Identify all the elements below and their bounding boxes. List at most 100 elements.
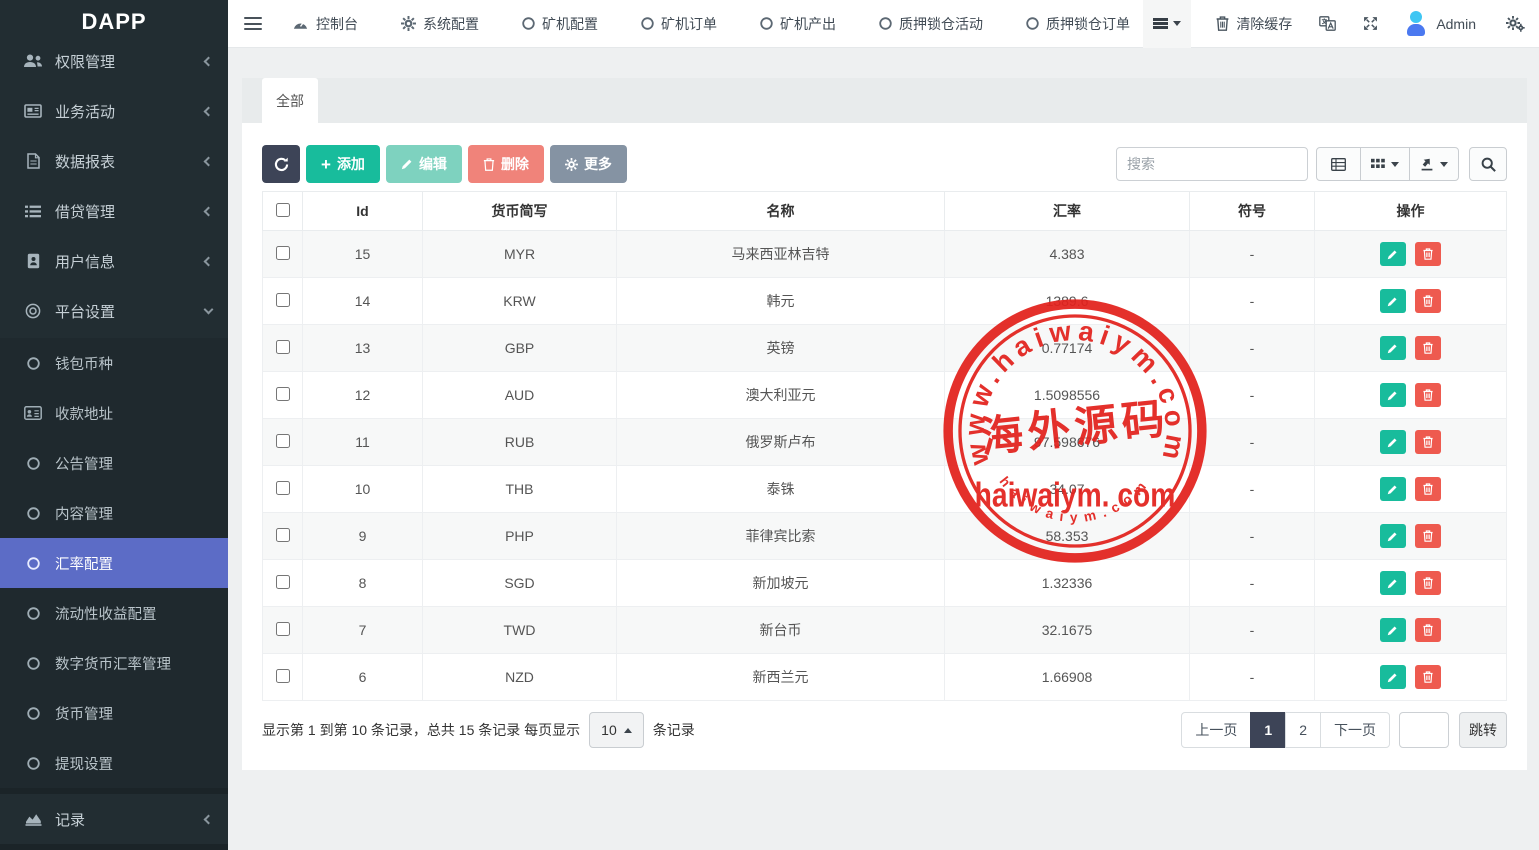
sidebar-item-content-mgmt[interactable]: 内容管理 [0,488,228,538]
sidebar-item-announcements[interactable]: 公告管理 [0,438,228,488]
sidebar-item-records[interactable]: 记录 [0,794,228,844]
sidebar-item-currency-mgmt[interactable]: 货币管理 [0,688,228,738]
sidebar-item-wallet-coins[interactable]: 钱包币种 [0,338,228,388]
row-checkbox[interactable] [276,293,290,307]
sidebar-submenu: 钱包币种 收款地址 公告管理 内容管理 汇率配置 流动性收益配置 数字货币汇率管… [0,338,228,788]
nav-item-miner-orders[interactable]: 矿机订单 [641,14,717,34]
page-button-1[interactable]: 1 [1250,712,1286,748]
row-checkbox[interactable] [276,669,290,683]
sidebar-item-liquidity-config[interactable]: 流动性收益配置 [0,588,228,638]
user-menu[interactable]: Admin [1405,11,1476,36]
chevron-left-icon [204,56,214,66]
row-checkbox[interactable] [276,481,290,495]
row-edit-button[interactable] [1380,665,1406,689]
row-actions-cell [1315,607,1507,654]
refresh-button[interactable] [262,145,300,183]
gear-icon [401,16,416,31]
row-edit-button[interactable] [1380,618,1406,642]
nav-item-staking-orders[interactable]: 质押锁仓订单 [1026,14,1130,34]
sidebar-item-withdrawal-settings[interactable]: 提现设置 [0,738,228,788]
sidebar-toggle-button[interactable] [244,17,262,31]
nav-item-dashboard[interactable]: 控制台 [292,14,358,34]
select-all-checkbox[interactable] [276,203,290,217]
nav-item-miner-output[interactable]: 矿机产出 [760,14,836,34]
row-id-cell: 14 [303,278,423,325]
row-checkbox[interactable] [276,387,290,401]
row-edit-button[interactable] [1380,430,1406,454]
row-checkbox[interactable] [276,528,290,542]
row-delete-button[interactable] [1415,665,1441,689]
jump-page-input[interactable] [1399,712,1449,748]
sidebar-item-reports[interactable]: 数据报表 [0,136,228,186]
export-button[interactable] [1409,147,1459,181]
row-actions-cell [1315,560,1507,607]
sidebar-main-menu: DAPP 权限管理 业务活动 数据报表 借贷管理 [0,0,228,338]
clear-cache-button[interactable]: 清除缓存 [1216,14,1292,34]
row-delete-button[interactable] [1415,242,1441,266]
row-checkbox[interactable] [276,340,290,354]
edit-button[interactable]: 编辑 [386,145,462,183]
row-symbol-cell: - [1190,419,1315,466]
row-delete-button[interactable] [1415,383,1441,407]
list-dropdown-button[interactable] [1143,0,1191,48]
row-edit-button[interactable] [1380,383,1406,407]
sidebar-item-platform-settings[interactable]: 平台设置 [0,286,228,336]
sidebar-item-business[interactable]: 业务活动 [0,86,228,136]
pagination-summary-suffix: 条记录 [653,720,695,740]
row-delete-button[interactable] [1415,618,1441,642]
row-edit-button[interactable] [1380,289,1406,313]
row-select-cell [263,513,303,560]
row-checkbox[interactable] [276,246,290,260]
row-edit-button[interactable] [1380,336,1406,360]
more-button[interactable]: 更多 [550,145,627,183]
row-delete-button[interactable] [1415,477,1441,501]
row-checkbox[interactable] [276,575,290,589]
sidebar-item-label: 公告管理 [55,453,113,474]
next-page-button[interactable]: 下一页 [1320,712,1390,748]
add-button[interactable]: + 添加 [306,145,380,183]
search-button[interactable] [1469,147,1507,181]
row-edit-button[interactable] [1380,477,1406,501]
translate-icon[interactable] [1319,16,1336,31]
sidebar-item-payment-address[interactable]: 收款地址 [0,388,228,438]
row-symbol-cell: - [1190,325,1315,372]
row-delete-button[interactable] [1415,336,1441,360]
row-delete-button[interactable] [1415,524,1441,548]
row-delete-button[interactable] [1415,289,1441,313]
sidebar-item-lending[interactable]: 借贷管理 [0,186,228,236]
row-edit-button[interactable] [1380,571,1406,595]
sidebar-item-users-info[interactable]: 用户信息 [0,236,228,286]
area-chart-icon [22,812,44,826]
fullscreen-icon[interactable] [1363,16,1378,31]
row-delete-button[interactable] [1415,571,1441,595]
page-size-select[interactable]: 10 [589,712,644,748]
prev-page-button[interactable]: 上一页 [1181,712,1251,748]
row-code-cell: GBP [423,325,617,372]
row-edit-button[interactable] [1380,242,1406,266]
row-code-cell: THB [423,466,617,513]
cogs-icon[interactable] [1506,16,1525,32]
row-checkbox[interactable] [276,434,290,448]
jump-button[interactable]: 跳转 [1459,712,1507,748]
nav-item-staking-activity[interactable]: 质押锁仓活动 [879,14,983,34]
sidebar-item-crypto-rate-mgmt[interactable]: 数字货币汇率管理 [0,638,228,688]
delete-button[interactable]: 删除 [468,145,544,183]
trash-icon [1423,389,1433,401]
circle-icon [641,17,654,30]
row-edit-button[interactable] [1380,524,1406,548]
page-button-2[interactable]: 2 [1285,712,1321,748]
gauge-icon [292,17,309,30]
sidebar-item-permissions[interactable]: 权限管理 [0,36,228,86]
row-code-cell: MYR [423,231,617,278]
columns-button[interactable] [1360,147,1410,181]
nav-item-system-config[interactable]: 系统配置 [401,14,479,34]
sidebar-item-exchange-rate-config[interactable]: 汇率配置 [0,538,228,588]
row-checkbox[interactable] [276,622,290,636]
row-actions-cell [1315,419,1507,466]
tab-all[interactable]: 全部 [262,78,318,123]
search-input[interactable] [1116,147,1308,181]
row-actions-cell [1315,372,1507,419]
row-delete-button[interactable] [1415,430,1441,454]
detail-view-button[interactable] [1316,147,1361,181]
nav-item-miner-config[interactable]: 矿机配置 [522,14,598,34]
